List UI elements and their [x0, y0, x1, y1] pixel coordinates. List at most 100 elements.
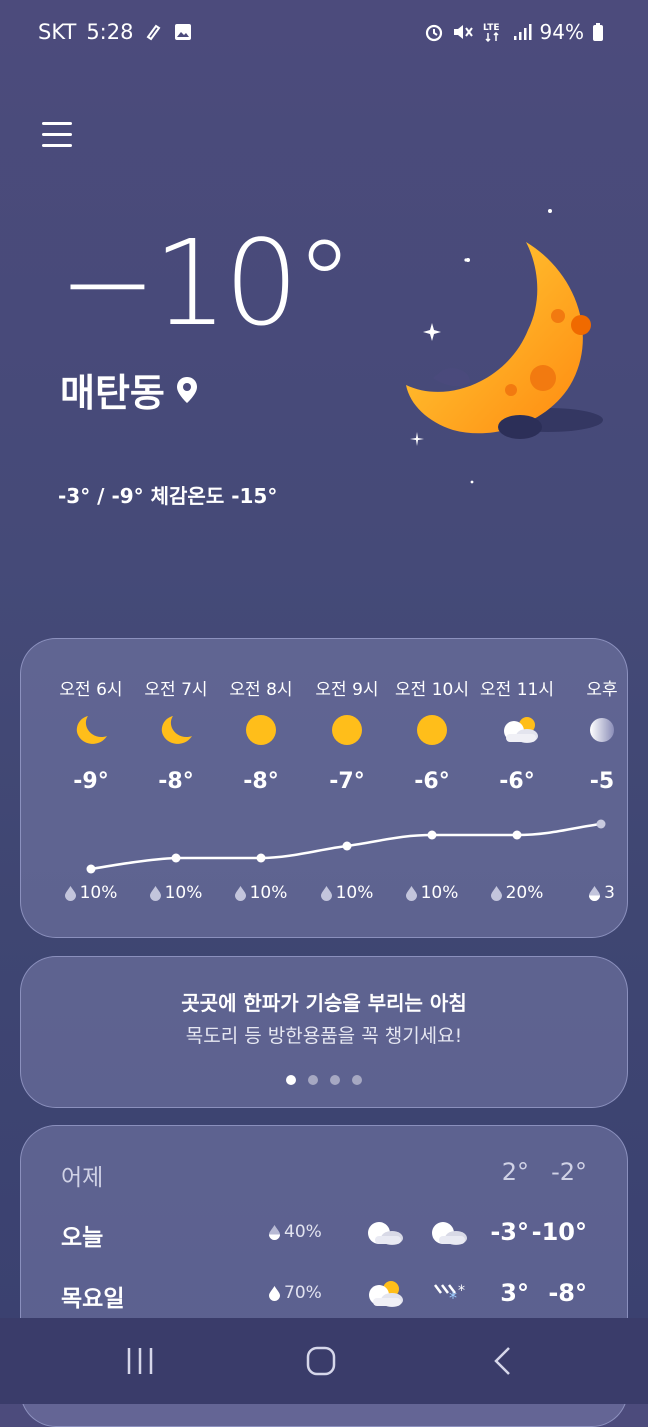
cloud-icon	[585, 713, 619, 747]
page-dot[interactable]	[330, 1075, 340, 1085]
hourly-item[interactable]: 오전 6시 -9° 10%	[48, 639, 134, 937]
moon-icon	[159, 713, 193, 747]
location[interactable]: 매탄동	[60, 362, 199, 417]
battery-icon	[593, 23, 603, 41]
low-temp: -2°	[551, 1158, 587, 1186]
hourly-item[interactable]: 오전 11시 -6° 20%	[474, 639, 560, 937]
page-dot[interactable]	[286, 1075, 296, 1085]
status-right: LTE 94%	[424, 20, 604, 44]
navigation-bar	[0, 1318, 648, 1404]
notepad-icon	[147, 24, 161, 41]
home-button[interactable]	[306, 1346, 336, 1376]
hour-temp: -8°	[243, 769, 279, 794]
low-temp: -8°	[548, 1279, 587, 1307]
hour-temp: -9°	[73, 769, 109, 794]
back-button[interactable]	[492, 1346, 514, 1376]
hourly-item[interactable]: 오전 8시 -8° 10%	[218, 639, 304, 937]
drop-icon	[405, 885, 417, 901]
low-temp: -10°	[531, 1218, 587, 1246]
precip-value: 40%	[284, 1222, 322, 1242]
partly-cloudy-icon	[500, 713, 538, 747]
precip-value: 3	[604, 883, 615, 903]
cloud-icon	[368, 1222, 403, 1245]
sparkle-icon	[548, 209, 552, 213]
half-drop-icon	[269, 1224, 280, 1240]
hourly-item[interactable]: 오후 -5 3	[559, 639, 627, 937]
drop-icon	[149, 885, 161, 901]
mute-icon	[453, 25, 473, 39]
recent-apps-button[interactable]	[124, 1346, 156, 1376]
weather-tip-card[interactable]: 곳곳에 한파가 기승을 부리는 아침 목도리 등 방한용품을 꼭 챙기세요!	[20, 956, 628, 1108]
menu-button[interactable]	[42, 118, 72, 150]
day-name: 목요일	[61, 1286, 125, 1312]
sun-icon	[330, 713, 364, 747]
hour-precip: 10%	[389, 883, 475, 903]
sparkle-icon	[470, 480, 474, 484]
hourly-item[interactable]: 오전 10시 -6° 10%	[389, 639, 475, 937]
precip-value: 10%	[164, 883, 203, 903]
hourly-item[interactable]: 오전 7시 -8° 10%	[133, 639, 219, 937]
hourly-list: 오전 6시 -9° 10% 오전 7시 -8° 10% 오전 8시 -8° 10% 오전 9시 -7…	[21, 639, 627, 937]
current-temperature: −10°	[58, 214, 354, 352]
precip-value: 70%	[284, 1283, 322, 1303]
location-name: 매탄동	[60, 371, 165, 415]
snow-rain-icon: * *	[434, 1283, 465, 1307]
svg-text:LTE: LTE	[483, 23, 500, 33]
hour-precip: 3	[559, 883, 627, 903]
high-temp: -3°	[490, 1218, 529, 1246]
hour-temp: -6°	[499, 769, 535, 794]
drop-icon	[234, 885, 246, 901]
status-left: SKT 5:28	[38, 20, 193, 44]
page-dot[interactable]	[308, 1075, 318, 1085]
partly-cloudy-icon	[369, 1281, 403, 1307]
hour-temp: -6°	[414, 769, 450, 794]
precip-value: 10%	[249, 883, 288, 903]
precip-value: 20%	[505, 883, 544, 903]
hour-time: 오전 10시	[395, 680, 469, 700]
moon-illustration	[406, 242, 603, 446]
hour-temp: -8°	[158, 769, 194, 794]
precip-value: 10%	[420, 883, 459, 903]
carrier-label: SKT	[38, 20, 77, 44]
precip-value: 10%	[79, 883, 118, 903]
hour-time: 오전 7시	[144, 680, 208, 700]
hour-temp: -5	[589, 769, 615, 794]
hour-time: 오전 6시	[59, 680, 123, 700]
sun-icon	[415, 713, 449, 747]
signal-icon	[513, 24, 532, 40]
precip-prob: 40%	[269, 1222, 322, 1242]
hourly-forecast-card[interactable]: 오전 6시 -9° 10% 오전 7시 -8° 10% 오전 8시 -8° 10% 오전 9시 -7…	[20, 638, 628, 938]
high-temp: 3°	[500, 1279, 529, 1307]
page-dot[interactable]	[352, 1075, 362, 1085]
daily-row-thursday[interactable]: 목요일 70% * * 3° -8°	[61, 1279, 587, 1319]
drop-icon	[269, 1285, 280, 1301]
image-icon	[175, 24, 192, 40]
hour-time: 오전 8시	[229, 680, 293, 700]
alarm-icon	[425, 24, 442, 42]
menu-icon-line	[42, 133, 72, 136]
daily-row-today[interactable]: 오늘 40% -3° -10°	[61, 1218, 587, 1258]
svg-text:*: *	[449, 1288, 457, 1307]
page-indicator	[21, 1075, 627, 1085]
drop-icon	[320, 885, 332, 901]
battery-percent: 94%	[539, 20, 584, 44]
precip-value: 10%	[335, 883, 374, 903]
hour-precip: 20%	[474, 883, 560, 903]
hour-precip: 10%	[218, 883, 304, 903]
tip-subtitle: 목도리 등 방한용품을 꼭 챙기세요!	[185, 1025, 463, 1047]
day-name: 오늘	[61, 1225, 104, 1251]
menu-icon-line	[42, 144, 72, 147]
daily-row-yesterday[interactable]: 어제 2° -2°	[61, 1158, 587, 1198]
hourly-item[interactable]: 오전 9시 -7° 10%	[304, 639, 390, 937]
min-max-feels-like: -3° / -9° 체감온도 -15°	[58, 484, 278, 508]
lte-icon: LTE	[483, 23, 500, 43]
high-temp: 2°	[501, 1158, 529, 1186]
hour-precip: 10%	[304, 883, 390, 903]
location-pin-icon	[176, 376, 197, 403]
tip-title: 곳곳에 한파가 기승을 부리는 아침	[181, 991, 467, 1015]
hour-time: 오전 11시	[480, 680, 554, 700]
sun-icon	[244, 713, 278, 747]
half-drop-icon	[589, 885, 601, 901]
hour-temp: -7°	[329, 769, 365, 794]
moon-icon	[74, 713, 108, 747]
